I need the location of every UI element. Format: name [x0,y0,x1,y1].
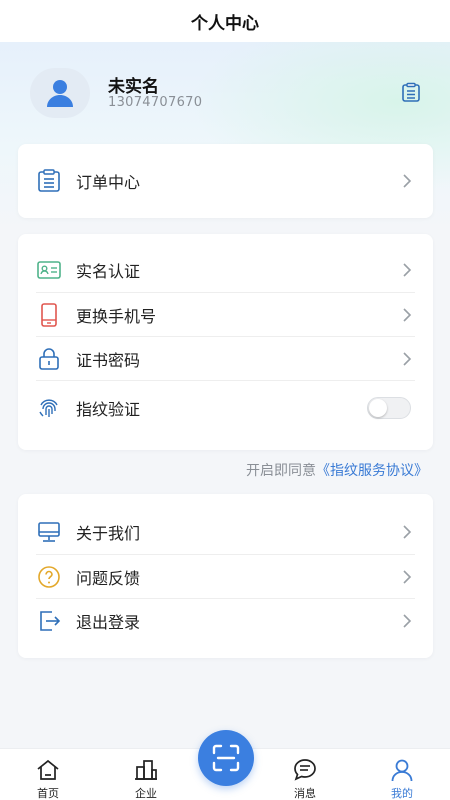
avatar[interactable] [30,68,90,118]
menu-item-about-us[interactable]: 关于我们 [36,510,415,554]
menu-item-real-name-auth[interactable]: 实名认证 [36,248,415,292]
menu-item-label: 更换手机号 [76,306,157,326]
agreement-prefix: 开启即同意 [246,463,316,479]
home-icon [37,759,59,780]
monitor-icon [38,522,60,542]
menu-item-fingerprint: 指纹验证 [36,380,415,434]
menu-item-change-phone[interactable]: 更换手机号 [36,292,415,336]
orders-card: 订单中心 [18,144,433,218]
chevron-right-icon [403,174,412,188]
menu-item-label: 问题反馈 [76,568,141,588]
tab-label: 首页 [37,787,59,800]
tab-label: 我的 [391,787,413,800]
chevron-right-icon [403,525,412,539]
account-card: 实名认证 更换手机号 证书密码 指纹验证 [18,234,433,450]
order-list-icon [38,169,60,192]
id-card-icon [37,261,61,279]
tab-messages[interactable]: 消息 [275,757,335,800]
fingerprint-agreement: 开启即同意《指纹服务协议》 [246,460,428,480]
page-title: 个人中心 [191,13,259,34]
person-icon [391,759,413,782]
menu-item-label: 订单中心 [76,173,141,192]
fingerprint-agreement-link[interactable]: 《指纹服务协议》 [316,463,428,479]
menu-item-certificate-password[interactable]: 证书密码 [36,336,415,380]
menu-item-logout[interactable]: 退出登录 [36,598,415,642]
message-icon [294,759,316,781]
document-icon[interactable] [400,82,422,104]
menu-item-label: 指纹验证 [76,399,141,419]
profile-section[interactable]: 未实名 13074707670 [30,68,430,120]
menu-item-order-center[interactable]: 订单中心 [36,159,415,203]
chevron-right-icon [403,570,412,584]
tab-home[interactable]: 首页 [18,757,78,800]
fingerprint-icon [39,398,58,417]
user-name: 未实名 [108,77,159,97]
menu-item-label: 退出登录 [76,612,141,632]
menu-item-label: 关于我们 [76,524,141,543]
chevron-right-icon [403,308,412,322]
tab-enterprise[interactable]: 企业 [116,757,176,800]
chevron-right-icon [403,352,412,366]
lock-icon [39,347,59,370]
phone-icon [41,302,57,327]
more-card: 关于我们 问题反馈 退出登录 [18,494,433,658]
tab-label: 消息 [294,787,316,800]
scan-icon [212,744,240,772]
top-bar: 个人中心 [0,0,450,42]
logout-icon [40,610,61,631]
question-icon [38,565,60,588]
tab-mine[interactable]: 我的 [372,757,432,800]
menu-item-label: 实名认证 [76,262,141,281]
user-phone: 13074707670 [108,95,203,110]
chevron-right-icon [403,614,412,628]
menu-item-feedback[interactable]: 问题反馈 [36,554,415,598]
chevron-right-icon [403,263,412,277]
toggle-knob [369,399,387,417]
fingerprint-toggle[interactable] [367,397,411,419]
user-avatar-icon [47,80,73,107]
menu-item-label: 证书密码 [76,350,141,370]
tab-label: 企业 [135,787,157,800]
scan-button[interactable] [198,730,254,786]
building-icon [135,760,157,780]
